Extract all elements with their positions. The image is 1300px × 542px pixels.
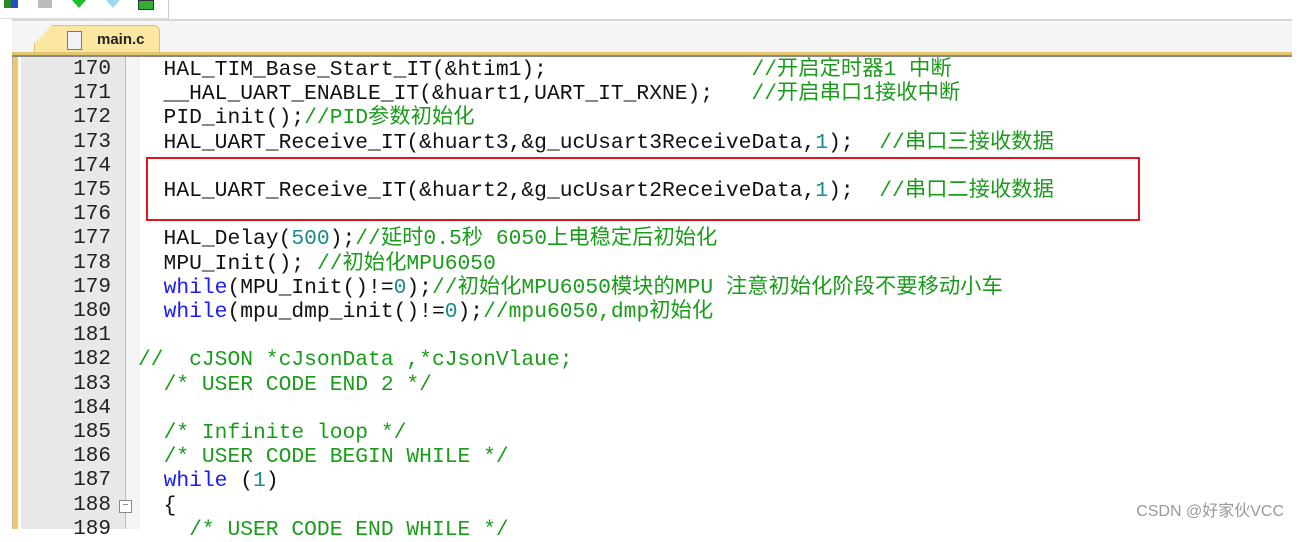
- code-line[interactable]: HAL_UART_Receive_IT(&huart3,&g_ucUsart3R…: [138, 131, 1054, 155]
- fold-collapse-icon[interactable]: −: [119, 499, 132, 513]
- tab-label: main.c: [97, 31, 145, 48]
- line-number: 183: [73, 372, 111, 396]
- code-text: HAL_Delay(: [138, 227, 292, 252]
- code-keyword: while: [163, 469, 228, 494]
- code-comment: /* USER CODE END 2 */: [163, 372, 432, 397]
- line-number: 171: [73, 82, 111, 106]
- code-line[interactable]: PID_init();//PID参数初始化: [138, 106, 475, 130]
- line-number: 181: [73, 324, 111, 348]
- line-number: 182: [73, 348, 111, 372]
- line-number: 179: [73, 275, 111, 299]
- code-text: (MPU_Init()!=: [227, 275, 394, 300]
- code-text: );: [457, 300, 484, 324]
- code-line[interactable]: __HAL_UART_ENABLE_IT(&huart1,UART_IT_RXN…: [138, 82, 961, 107]
- code-comment: //初始化MPU6050: [316, 251, 496, 276]
- code-text: {: [138, 493, 177, 518]
- code-text: PID_init();: [138, 106, 305, 131]
- line-number: 175: [73, 179, 111, 202]
- tab-strip: main.c: [12, 19, 1292, 56]
- line-number: 176: [73, 203, 111, 227]
- code-text: HAL_UART_Receive_IT(&huart3,&g_ucUsart3R…: [138, 130, 816, 155]
- code-text: (: [227, 469, 254, 494]
- line-number: 178: [73, 251, 111, 275]
- code-text: __HAL_UART_ENABLE_IT(&huart1,UART_IT_RXN…: [138, 82, 752, 107]
- code-comment: //PID参数初始化: [304, 106, 475, 131]
- watermark: CSDN @好家伙VCC: [1136, 503, 1284, 520]
- save-icon[interactable]: [38, 0, 52, 8]
- code-text: ): [265, 469, 279, 494]
- build-icon[interactable]: [4, 0, 18, 8]
- line-number: 188: [73, 493, 111, 517]
- toolbar: [0, 0, 169, 19]
- code-number: 1: [815, 130, 829, 155]
- code-number: 0: [393, 275, 407, 300]
- code-comment: /* Infinite loop */: [163, 421, 407, 445]
- code-text: MPU_Init();: [138, 251, 317, 276]
- code-comment: //mpu6050,dmp初始化: [483, 300, 714, 324]
- download-icon[interactable]: [72, 0, 86, 8]
- line-number: 184: [73, 396, 111, 420]
- code-text: (mpu_dmp_init()!=: [227, 300, 445, 324]
- code-number: 0: [444, 300, 458, 324]
- code-text: );: [828, 130, 880, 155]
- code-keyword: while: [163, 300, 228, 324]
- debug-icon[interactable]: [138, 0, 154, 10]
- code-comment: //初始化MPU6050模块的MPU 注意初始化阶段不要移动小车: [431, 275, 1003, 300]
- filter-icon[interactable]: [106, 0, 120, 8]
- code-number: 500: [291, 227, 330, 252]
- line-number: 173: [73, 130, 111, 154]
- line-number: 185: [73, 421, 111, 444]
- code-line[interactable]: while (1): [138, 469, 279, 493]
- line-number: 189: [73, 517, 111, 541]
- code-comment: /* USER CODE BEGIN WHILE */: [163, 445, 509, 470]
- line-number: 177: [73, 227, 111, 251]
- line-number: 186: [73, 445, 111, 469]
- line-number: 174: [73, 154, 111, 178]
- line-number: 172: [73, 106, 111, 130]
- code-comment: //开启定时器1 中断: [751, 58, 952, 82]
- code-keyword: while: [163, 275, 228, 300]
- code-line[interactable]: /* USER CODE END WHILE */: [138, 518, 509, 542]
- code-text: );: [329, 227, 356, 252]
- line-number: 187: [73, 469, 111, 493]
- code-line[interactable]: /* USER CODE END 2 */: [138, 373, 432, 397]
- code-line[interactable]: /* USER CODE BEGIN WHILE */: [138, 445, 509, 469]
- line-number: 180: [73, 300, 111, 323]
- file-icon: [67, 31, 82, 50]
- code-comment: //串口三接收数据: [879, 130, 1054, 155]
- code-line[interactable]: {: [138, 493, 177, 518]
- change-bar: [13, 57, 18, 529]
- code-comment: // cJSON *cJsonData ,*cJsonVlaue;: [138, 348, 573, 373]
- code-line[interactable]: // cJSON *cJsonData ,*cJsonVlaue;: [138, 348, 573, 372]
- code-line[interactable]: while(mpu_dmp_init()!=0);//mpu6050,dmp初始…: [138, 300, 714, 324]
- code-line[interactable]: while(MPU_Init()!=0);//初始化MPU6050模块的MPU …: [138, 276, 1003, 300]
- code-comment: //延时0.5秒 6050上电稳定后初始化: [355, 227, 718, 252]
- line-number: 170: [73, 58, 111, 81]
- code-line[interactable]: HAL_TIM_Base_Start_IT(&htim1); //开启定时器1 …: [138, 58, 952, 82]
- highlight-box: [146, 157, 1140, 221]
- code-line[interactable]: /* Infinite loop */: [138, 421, 407, 445]
- code-comment: /* USER CODE END WHILE */: [189, 517, 509, 542]
- code-comment: //开启串口1接收中断: [751, 82, 961, 107]
- code-line[interactable]: MPU_Init(); //初始化MPU6050: [138, 252, 496, 276]
- code-text: );: [406, 275, 432, 300]
- code-number: 1: [253, 469, 266, 494]
- code-editor[interactable]: 170 HAL_TIM_Base_Start_IT(&htim1); //开启定…: [12, 57, 1293, 542]
- code-line[interactable]: HAL_Delay(500);//延时0.5秒 6050上电稳定后初始化: [138, 227, 718, 252]
- code-text: HAL_TIM_Base_Start_IT(&htim1);: [138, 58, 752, 82]
